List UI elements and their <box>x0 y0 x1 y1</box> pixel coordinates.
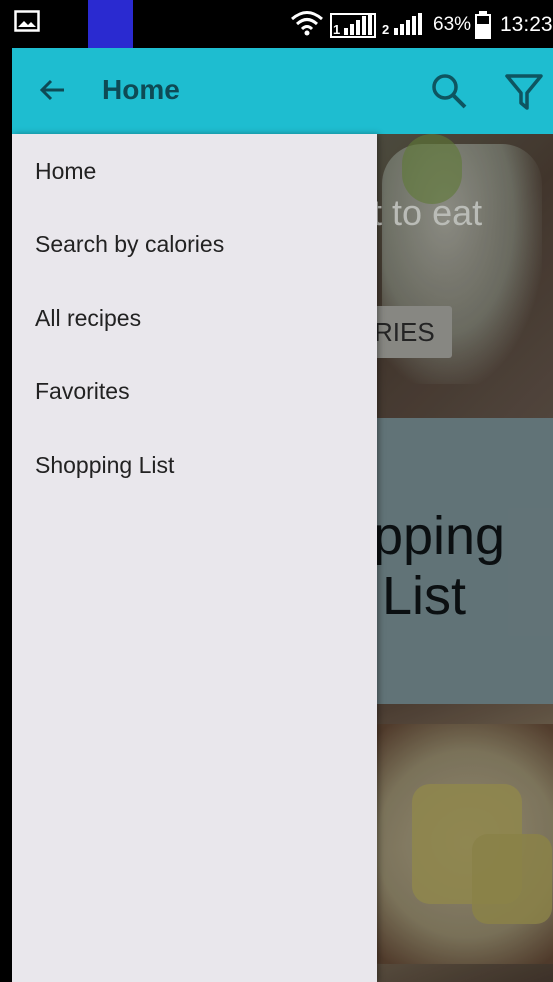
app-bar: Home <box>12 48 553 134</box>
drawer-item-search-by-calories[interactable]: Search by calories <box>12 209 377 279</box>
sim1-label: 1 <box>333 22 340 37</box>
drawer-item-home[interactable]: Home <box>12 136 377 206</box>
status-bar: 1 2 63% 13:23 <box>0 0 553 48</box>
navigation-drawer: Home Search by calories All recipes Favo… <box>12 134 377 982</box>
drawer-item-all-recipes[interactable]: All recipes <box>12 283 377 353</box>
wifi-icon <box>291 11 323 36</box>
drawer-item-favorites[interactable]: Favorites <box>12 356 377 426</box>
drawer-item-shopping-list[interactable]: Shopping List <box>12 430 377 500</box>
filter-icon[interactable] <box>504 72 544 112</box>
back-arrow-icon[interactable] <box>38 76 66 104</box>
search-icon[interactable] <box>430 72 468 110</box>
status-bar-decoration <box>88 0 133 48</box>
image-icon <box>14 10 40 32</box>
signal-icon: 1 <box>330 13 376 38</box>
battery-percent: 63% <box>433 14 472 35</box>
page-title: Home <box>102 74 180 105</box>
status-time: 13:23 <box>500 13 553 36</box>
sim2-label: 2 <box>382 22 389 37</box>
battery-icon <box>475 11 491 39</box>
signal-icon: 2 <box>382 13 422 37</box>
